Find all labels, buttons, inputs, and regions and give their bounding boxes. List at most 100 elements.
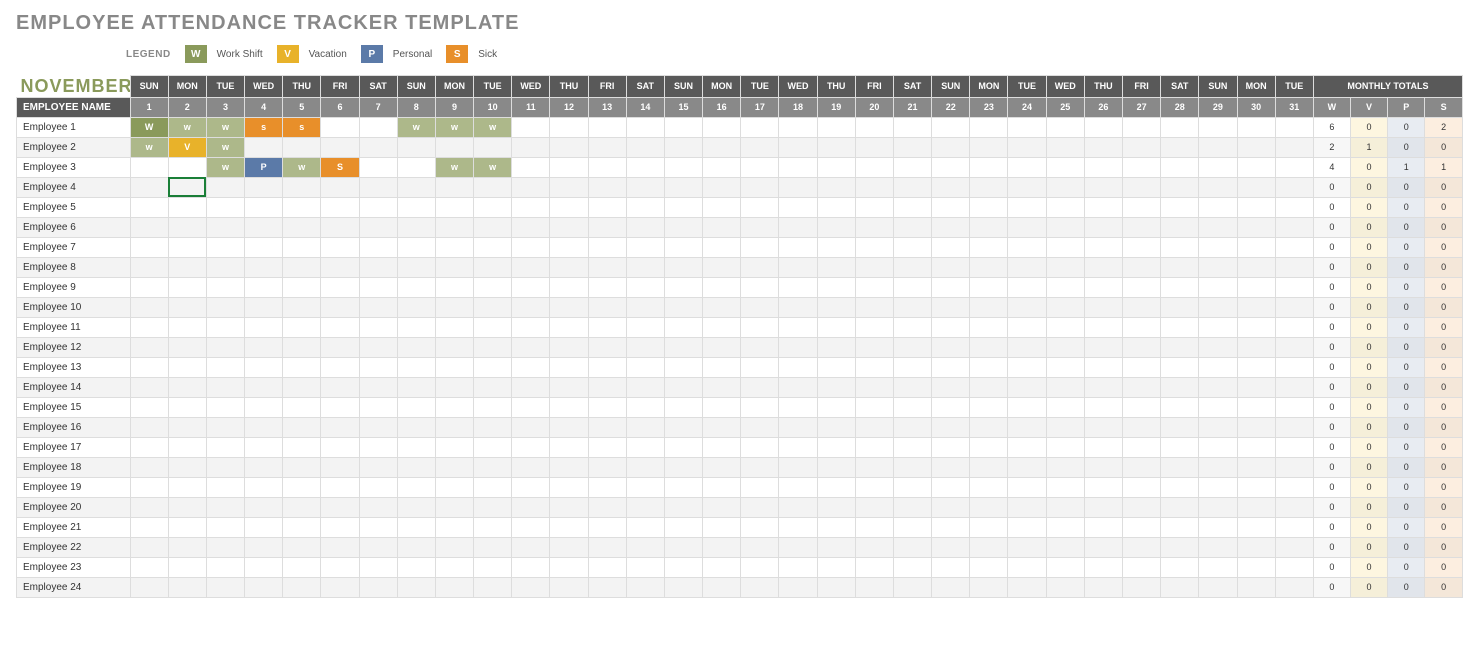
attendance-cell[interactable] <box>130 197 168 217</box>
attendance-cell[interactable] <box>359 537 397 557</box>
attendance-cell[interactable] <box>664 277 702 297</box>
attendance-cell[interactable] <box>435 377 473 397</box>
attendance-cell[interactable] <box>435 457 473 477</box>
attendance-cell[interactable] <box>512 577 550 597</box>
attendance-cell[interactable] <box>168 197 206 217</box>
attendance-cell[interactable] <box>855 177 893 197</box>
attendance-cell[interactable] <box>1046 477 1084 497</box>
attendance-cell[interactable] <box>855 477 893 497</box>
attendance-cell[interactable] <box>893 477 931 497</box>
employee-name-cell[interactable]: Employee 9 <box>17 277 131 297</box>
attendance-cell[interactable] <box>1122 197 1160 217</box>
attendance-cell[interactable] <box>168 297 206 317</box>
attendance-cell[interactable] <box>1199 557 1237 577</box>
attendance-cell[interactable]: V <box>168 137 206 157</box>
attendance-cell[interactable] <box>817 477 855 497</box>
attendance-cell[interactable] <box>359 477 397 497</box>
attendance-cell[interactable] <box>588 117 626 137</box>
attendance-cell[interactable] <box>359 517 397 537</box>
attendance-cell[interactable] <box>893 577 931 597</box>
attendance-cell[interactable] <box>779 217 817 237</box>
attendance-cell[interactable] <box>970 177 1008 197</box>
attendance-cell[interactable] <box>130 157 168 177</box>
attendance-cell[interactable] <box>893 217 931 237</box>
attendance-cell[interactable] <box>435 517 473 537</box>
attendance-cell[interactable] <box>817 217 855 237</box>
attendance-cell[interactable] <box>321 477 359 497</box>
attendance-cell[interactable] <box>855 357 893 377</box>
attendance-cell[interactable] <box>703 297 741 317</box>
attendance-cell[interactable] <box>168 537 206 557</box>
attendance-cell[interactable] <box>1122 437 1160 457</box>
attendance-cell[interactable]: S <box>321 157 359 177</box>
attendance-cell[interactable] <box>359 397 397 417</box>
attendance-cell[interactable] <box>1161 517 1199 537</box>
attendance-cell[interactable] <box>626 337 664 357</box>
attendance-cell[interactable] <box>970 517 1008 537</box>
attendance-cell[interactable] <box>932 557 970 577</box>
attendance-cell[interactable] <box>779 437 817 457</box>
attendance-cell[interactable] <box>550 517 588 537</box>
attendance-cell[interactable] <box>588 217 626 237</box>
attendance-cell[interactable] <box>626 577 664 597</box>
employee-name-cell[interactable]: Employee 22 <box>17 537 131 557</box>
attendance-cell[interactable] <box>779 457 817 477</box>
attendance-cell[interactable] <box>1275 537 1313 557</box>
attendance-cell[interactable] <box>855 217 893 237</box>
attendance-cell[interactable] <box>1237 517 1275 537</box>
attendance-cell[interactable] <box>397 477 435 497</box>
employee-name-cell[interactable]: Employee 12 <box>17 337 131 357</box>
attendance-cell[interactable] <box>1084 137 1122 157</box>
attendance-cell[interactable] <box>206 317 244 337</box>
attendance-cell[interactable] <box>970 537 1008 557</box>
employee-name-cell[interactable]: Employee 5 <box>17 197 131 217</box>
attendance-cell[interactable] <box>817 377 855 397</box>
attendance-cell[interactable] <box>1237 537 1275 557</box>
attendance-cell[interactable] <box>1046 537 1084 557</box>
attendance-cell[interactable] <box>397 257 435 277</box>
attendance-cell[interactable] <box>1008 557 1046 577</box>
attendance-cell[interactable] <box>932 337 970 357</box>
attendance-cell[interactable] <box>321 237 359 257</box>
attendance-cell[interactable] <box>1199 577 1237 597</box>
attendance-cell[interactable] <box>1008 157 1046 177</box>
attendance-cell[interactable] <box>512 357 550 377</box>
attendance-cell[interactable] <box>703 157 741 177</box>
attendance-cell[interactable] <box>168 517 206 537</box>
attendance-cell[interactable] <box>1084 477 1122 497</box>
attendance-cell[interactable] <box>703 277 741 297</box>
attendance-cell[interactable] <box>474 497 512 517</box>
attendance-cell[interactable] <box>283 357 321 377</box>
attendance-cell[interactable] <box>321 297 359 317</box>
attendance-cell[interactable] <box>703 557 741 577</box>
attendance-cell[interactable] <box>1084 177 1122 197</box>
attendance-cell[interactable] <box>397 557 435 577</box>
attendance-cell[interactable] <box>855 397 893 417</box>
attendance-cell[interactable] <box>970 237 1008 257</box>
attendance-cell[interactable] <box>703 257 741 277</box>
attendance-cell[interactable] <box>779 377 817 397</box>
attendance-cell[interactable] <box>1237 277 1275 297</box>
attendance-cell[interactable] <box>932 537 970 557</box>
attendance-cell[interactable] <box>245 537 283 557</box>
attendance-cell[interactable] <box>1161 477 1199 497</box>
attendance-cell[interactable] <box>1161 117 1199 137</box>
attendance-cell[interactable] <box>321 537 359 557</box>
attendance-cell[interactable] <box>397 417 435 437</box>
attendance-cell[interactable] <box>512 537 550 557</box>
attendance-cell[interactable] <box>1084 437 1122 457</box>
attendance-cell[interactable] <box>1275 157 1313 177</box>
attendance-cell[interactable] <box>359 357 397 377</box>
attendance-cell[interactable] <box>1199 377 1237 397</box>
attendance-cell[interactable] <box>970 457 1008 477</box>
attendance-cell[interactable] <box>1275 117 1313 137</box>
attendance-cell[interactable] <box>168 277 206 297</box>
attendance-cell[interactable] <box>550 237 588 257</box>
attendance-cell[interactable] <box>664 377 702 397</box>
attendance-cell[interactable] <box>893 537 931 557</box>
attendance-cell[interactable] <box>512 217 550 237</box>
attendance-cell[interactable] <box>1046 377 1084 397</box>
attendance-cell[interactable] <box>970 297 1008 317</box>
attendance-cell[interactable] <box>1046 217 1084 237</box>
attendance-cell[interactable] <box>283 197 321 217</box>
